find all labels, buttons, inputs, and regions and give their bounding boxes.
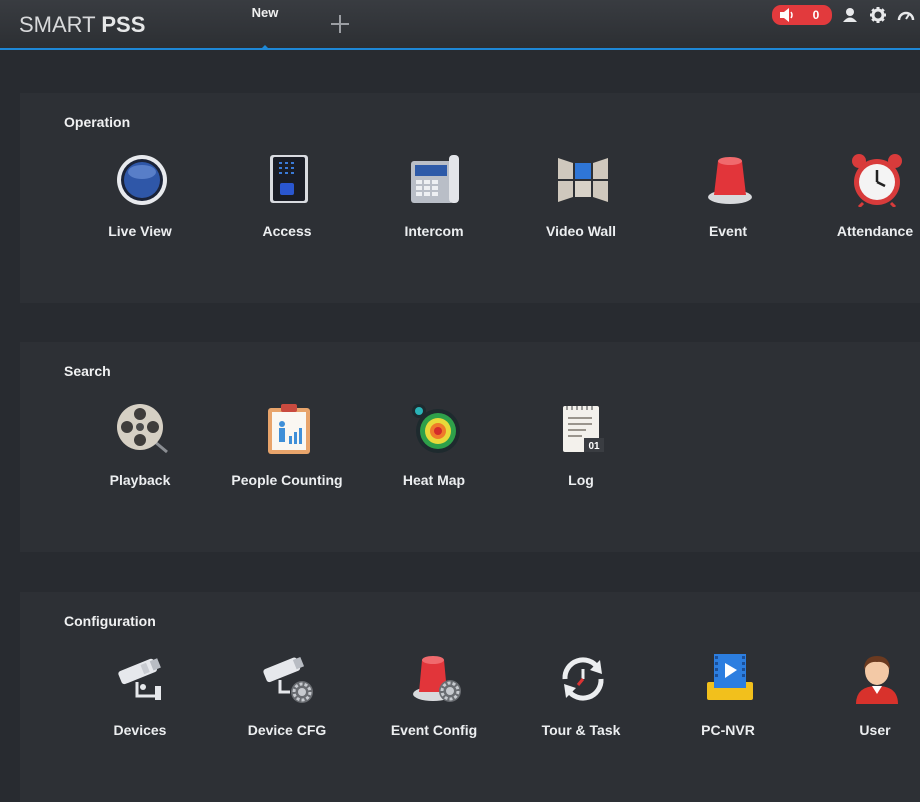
log-icon: 01	[556, 402, 610, 456]
live-view-icon	[115, 153, 169, 207]
tile-attendance[interactable]: Attendance	[805, 153, 920, 253]
tile-label: Heat Map	[402, 472, 466, 488]
speaker-icon	[779, 8, 795, 27]
brand-bold: PSS	[101, 12, 146, 37]
people-counting-icon	[262, 402, 316, 456]
tile-people-counting[interactable]: People Counting	[217, 402, 357, 502]
tile-video-wall[interactable]: Video Wall	[511, 153, 651, 253]
tile-label: Event Config	[390, 722, 478, 738]
tile-label: Access	[262, 223, 312, 239]
tile-log[interactable]: 01 Log	[511, 402, 651, 502]
user-icon[interactable]	[842, 6, 860, 24]
tile-label: Live View	[108, 223, 172, 239]
tile-label: Tour & Task	[541, 722, 621, 738]
heat-map-icon	[409, 402, 463, 456]
tile-label: User	[859, 722, 891, 738]
app-logo: SMART PSS	[19, 12, 145, 38]
tab-new[interactable]: New	[236, 0, 294, 50]
alarm-count: 0	[812, 8, 820, 22]
device-cfg-icon	[262, 652, 316, 706]
tile-label: Attendance	[836, 223, 914, 239]
active-tab-indicator	[260, 45, 270, 50]
tile-label: PC-NVR	[701, 722, 755, 738]
section-title: Operation	[64, 114, 131, 130]
tile-event-config[interactable]: Event Config	[364, 652, 504, 752]
tile-label: Devices	[113, 722, 167, 738]
tile-live-view[interactable]: Live View	[70, 153, 210, 253]
event-config-icon	[409, 652, 463, 706]
devices-icon	[115, 652, 169, 706]
tile-label: Device CFG	[247, 722, 327, 738]
tile-user[interactable]: User	[805, 652, 920, 752]
intercom-icon	[409, 153, 463, 207]
tile-label: Log	[568, 472, 594, 488]
section-title: Search	[64, 363, 111, 379]
plus-icon	[331, 15, 349, 33]
attendance-icon	[850, 153, 904, 209]
tile-label: Playback	[109, 472, 171, 488]
tile-devices[interactable]: Devices	[70, 652, 210, 752]
access-icon	[262, 153, 316, 207]
tab-new-label: New	[251, 5, 279, 20]
playback-icon	[115, 402, 169, 456]
configuration-panel: Configuration Devices Device CFG Event C…	[20, 592, 920, 802]
tile-device-cfg[interactable]: Device CFG	[217, 652, 357, 752]
tile-tour-task[interactable]: Tour & Task	[511, 652, 651, 752]
tile-heat-map[interactable]: Heat Map	[364, 402, 504, 502]
top-bar: SMART PSS New 0	[0, 0, 920, 50]
search-panel: Search Playback People Counting Heat Map…	[20, 342, 920, 552]
add-tab-button[interactable]	[328, 14, 352, 38]
event-icon	[703, 153, 757, 207]
log-badge: 01	[588, 441, 600, 452]
tile-playback[interactable]: Playback	[70, 402, 210, 502]
section-title: Configuration	[64, 613, 156, 629]
operation-panel: Operation Live View Access Intercom Vide…	[20, 93, 920, 303]
user-icon	[850, 652, 904, 706]
brand-light: SMART	[19, 12, 96, 37]
tile-label: Video Wall	[545, 223, 616, 239]
video-wall-icon	[556, 153, 610, 207]
tile-intercom[interactable]: Intercom	[364, 153, 504, 253]
tile-label: Intercom	[404, 223, 464, 239]
pc-nvr-icon	[703, 652, 757, 706]
tour-task-icon	[556, 652, 610, 706]
tile-label: People Counting	[231, 472, 343, 488]
dashboard-icon[interactable]	[897, 6, 915, 24]
tile-access[interactable]: Access	[217, 153, 357, 253]
tile-label: Event	[708, 223, 748, 239]
alarm-button[interactable]: 0	[772, 5, 832, 25]
tile-pc-nvr[interactable]: PC-NVR	[658, 652, 798, 752]
gear-icon[interactable]	[869, 6, 887, 24]
tile-event[interactable]: Event	[658, 153, 798, 253]
